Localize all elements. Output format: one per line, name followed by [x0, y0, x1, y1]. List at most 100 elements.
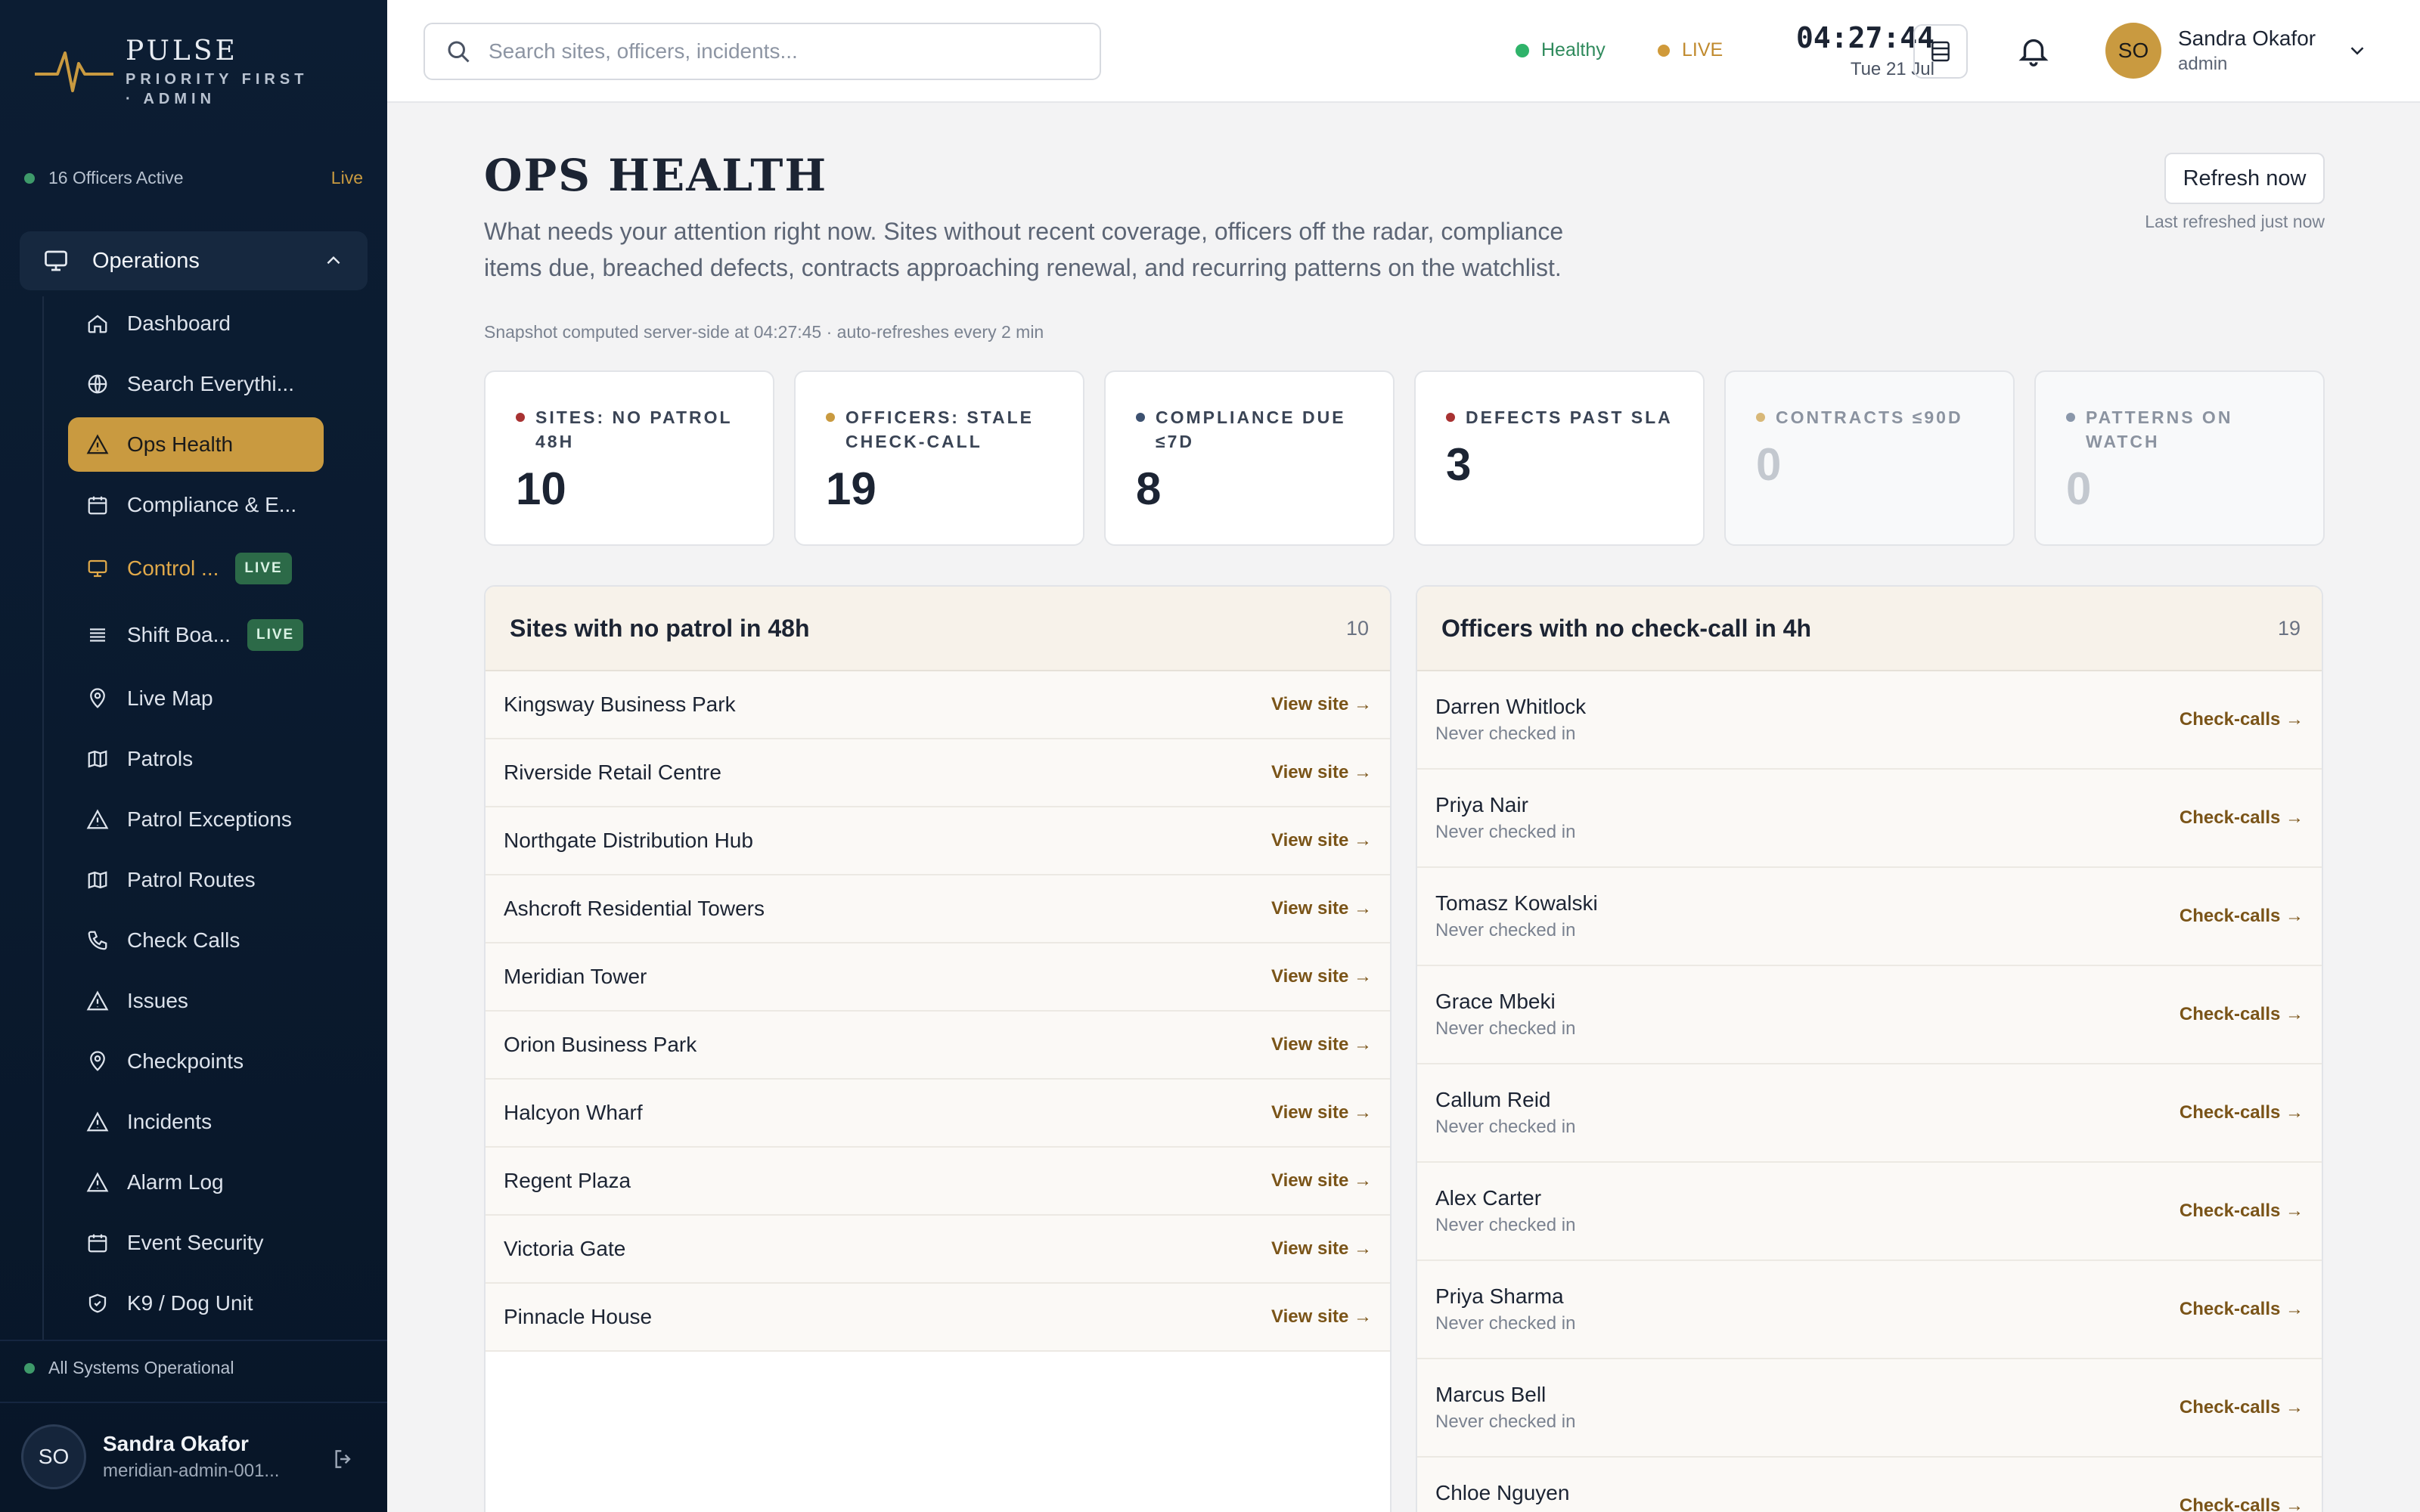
site-name: Victoria Gate	[504, 1237, 626, 1260]
brand-logo[interactable]: PULSE PRIORITY FIRST · ADMIN	[35, 33, 322, 116]
nav-group-operations[interactable]: Operations	[20, 231, 368, 290]
sidebar-item-label: Compliance & E...	[127, 493, 297, 516]
view-site-link[interactable]: View site →	[1271, 1102, 1372, 1123]
check-calls-link[interactable]: Check-calls →	[2180, 1397, 2304, 1418]
view-site-link[interactable]: View site →	[1271, 966, 1372, 987]
officer-status: Never checked in	[1435, 723, 1576, 744]
stat-card-compliance-due[interactable]: COMPLIANCE DUE ≤7D 8	[1104, 370, 1395, 546]
view-site-link[interactable]: View site →	[1271, 1170, 1372, 1191]
live-badge: LIVE	[235, 553, 292, 584]
check-calls-link[interactable]: Check-calls →	[2180, 1201, 2304, 1222]
health-status: Healthy	[1516, 39, 1606, 61]
stat-card-defects-past-sla[interactable]: DEFECTS PAST SLA 3	[1414, 370, 1705, 546]
view-site-link[interactable]: View site →	[1271, 1238, 1372, 1259]
user-id: meridian-admin-001...	[103, 1461, 280, 1481]
officer-name: Darren Whitlock	[1435, 695, 1587, 718]
view-site-link[interactable]: View site →	[1271, 762, 1372, 783]
stat-card-patterns[interactable]: PATTERNS ON WATCH 0	[2034, 370, 2325, 546]
sidebar-item-label: Search Everythi...	[127, 372, 294, 395]
sidebar-item-control-room[interactable]: Control ... LIVE	[68, 535, 371, 602]
check-calls-link[interactable]: Check-calls →	[2180, 1004, 2304, 1025]
sidebar-item-k9-dog-unit[interactable]: K9 / Dog Unit	[68, 1273, 371, 1334]
stat-card-officers-stale[interactable]: OFFICERS: STALE CHECK-CALL 19	[794, 370, 1084, 546]
phone-icon	[88, 931, 107, 950]
sidebar-item-live-map[interactable]: Live Map	[68, 668, 371, 729]
user-menu[interactable]: SO Sandra Okafor admin	[2105, 23, 2369, 79]
sidebar-item-event-security[interactable]: Event Security	[68, 1213, 371, 1273]
officer-name: Marcus Bell	[1435, 1383, 1547, 1406]
view-site-link[interactable]: View site →	[1271, 694, 1372, 715]
table-row: Riverside Retail Centre View site →	[486, 739, 1390, 807]
check-calls-link[interactable]: Check-calls →	[2180, 1495, 2304, 1512]
site-name: Ashcroft Residential Towers	[504, 897, 765, 920]
view-site-link[interactable]: View site →	[1271, 1306, 1372, 1328]
search-box[interactable]	[424, 23, 1101, 80]
check-calls-link[interactable]: Check-calls →	[2180, 1102, 2304, 1123]
stat-label: DEFECTS PAST SLA	[1466, 407, 1673, 427]
table-row: Callum Reid Never checked in Check-calls →	[1417, 1064, 2322, 1163]
sidebar-item-label: Ops Health	[127, 432, 234, 456]
refresh-button[interactable]: Refresh now	[2164, 153, 2325, 204]
sidebar-item-issues[interactable]: Issues	[68, 971, 371, 1031]
sidebar-item-checkpoints[interactable]: Checkpoints	[68, 1031, 371, 1092]
panel-count: 19	[2277, 616, 2301, 640]
search-input[interactable]	[489, 39, 1078, 64]
sidebar-item-patrol-exceptions[interactable]: Patrol Exceptions	[68, 789, 371, 850]
sidebar-item-label: Control ...	[127, 556, 219, 580]
snapshot-info: Snapshot computed server-side at 04:27:4…	[484, 322, 1044, 342]
divider	[0, 1402, 387, 1403]
sidebar-item-label: Shift Boa...	[127, 623, 231, 646]
health-status-text: Healthy	[1541, 39, 1606, 60]
sidebar-item-patrols[interactable]: Patrols	[68, 729, 371, 789]
sidebar-item-patrol-routes[interactable]: Patrol Routes	[68, 850, 371, 910]
notes-button[interactable]	[1913, 24, 1968, 79]
sidebar-item-alarm-log[interactable]: Alarm Log	[68, 1152, 371, 1213]
map-icon	[88, 871, 107, 889]
officers-active-indicator: 16 Officers Active Live	[24, 168, 363, 188]
sidebar: PULSE PRIORITY FIRST · ADMIN 16 Officers…	[0, 0, 387, 1512]
alert-triangle-icon	[86, 990, 109, 1011]
stat-label: PATTERNS ON WATCH	[2086, 407, 2233, 451]
sidebar-item-dashboard[interactable]: Dashboard	[68, 293, 371, 354]
sidebar-item-label: Patrol Routes	[127, 868, 256, 891]
sidebar-item-label: Checkpoints	[127, 1049, 244, 1073]
view-site-link[interactable]: View site →	[1271, 1034, 1372, 1055]
view-site-link[interactable]: View site →	[1271, 898, 1372, 919]
sidebar-item-incidents[interactable]: Incidents	[68, 1092, 371, 1152]
check-calls-link[interactable]: Check-calls →	[2180, 906, 2304, 927]
chevron-up-icon	[327, 256, 340, 265]
view-site-link[interactable]: View site →	[1271, 830, 1372, 851]
table-row: Ashcroft Residential Towers View site →	[486, 875, 1390, 943]
officers-no-checkcall-panel: Officers with no check-call in 4h 19 Dar…	[1416, 585, 2323, 1512]
sidebar-item-ops-health[interactable]: Ops Health	[68, 417, 324, 472]
officer-status: Never checked in	[1435, 822, 1576, 842]
sidebar-item-check-calls[interactable]: Check Calls	[68, 910, 371, 971]
officer-name: Chloe Nguyen	[1435, 1481, 1570, 1504]
officer-list: Darren Whitlock Never checked in Check-cal…	[1417, 671, 2322, 1512]
search-icon	[448, 41, 470, 63]
sidebar-item-shift-board[interactable]: Shift Boa... LIVE	[68, 602, 371, 668]
stat-card-contracts[interactable]: CONTRACTS ≤90D 0	[1724, 370, 2015, 546]
document-list-icon	[1931, 41, 1950, 62]
logout-icon[interactable]	[331, 1447, 355, 1471]
check-calls-link[interactable]: Check-calls →	[2180, 1299, 2304, 1320]
officer-name: Priya Nair	[1435, 793, 1528, 816]
stat-card-sites-no-patrol[interactable]: SITES: NO PATROL 48H 10	[484, 370, 774, 546]
sidebar-item-label: Check Calls	[127, 928, 240, 952]
sidebar-item-label: Incidents	[127, 1110, 213, 1133]
sidebar-item-label: Issues	[127, 989, 188, 1012]
panel-title: Officers with no check-call in 4h	[1441, 614, 1812, 642]
sidebar-item-compliance[interactable]: Compliance & E...	[68, 475, 371, 535]
main-content: OPS HEALTH What needs your attention rig…	[387, 103, 2420, 1512]
sidebar-item-search-everything[interactable]: Search Everythi...	[68, 354, 371, 414]
last-refreshed: Last refreshed just now	[2145, 212, 2325, 231]
stat-dot-icon	[1756, 413, 1765, 422]
calendar-icon	[88, 1234, 107, 1253]
avatar[interactable]: SO	[21, 1424, 86, 1489]
alert-triangle-icon	[86, 434, 109, 454]
stat-label: COMPLIANCE DUE ≤7D	[1156, 407, 1346, 451]
check-calls-link[interactable]: Check-calls →	[2180, 807, 2304, 829]
check-calls-link[interactable]: Check-calls →	[2180, 709, 2304, 730]
bell-icon[interactable]	[2016, 33, 2051, 68]
stat-dot-icon	[826, 413, 835, 422]
